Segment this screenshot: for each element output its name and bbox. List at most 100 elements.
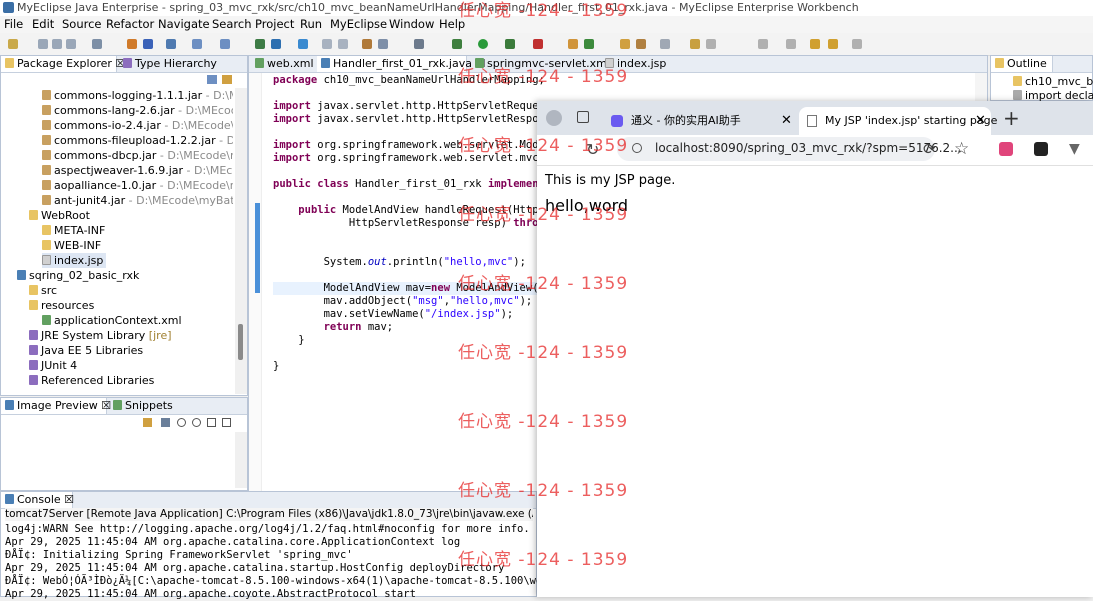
run-icon[interactable] <box>478 39 488 49</box>
url-text[interactable]: localhost:8090/spring_03_mvc_rxk/?spm=51… <box>655 141 962 155</box>
tab-outline[interactable]: Outline <box>991 56 1053 72</box>
collapse-all-icon[interactable] <box>207 75 217 84</box>
server-icon[interactable] <box>166 39 176 49</box>
build-icon[interactable] <box>255 39 265 49</box>
search-icon[interactable] <box>660 39 670 49</box>
tab-web-xml[interactable]: web.xml <box>251 56 315 72</box>
edit-icon[interactable] <box>636 39 646 49</box>
new-package-icon[interactable] <box>584 39 594 49</box>
debug-icon[interactable] <box>452 39 462 49</box>
browser-icon[interactable] <box>192 39 202 49</box>
browser-tab-tongyi[interactable]: 通义 - 你的实用AI助手 ✕ <box>605 107 795 135</box>
close-tab-icon[interactable]: ✕ <box>781 107 792 135</box>
actual-size-icon[interactable] <box>207 418 216 427</box>
next-annotation-icon[interactable] <box>758 39 768 49</box>
settings-icon[interactable] <box>378 39 388 49</box>
tab-image-preview[interactable]: Image Preview ☒ <box>1 398 111 414</box>
outline-item[interactable]: ch10_mvc_bea <box>1013 74 1093 89</box>
code-line[interactable]: import javax.servlet.http.HttpServletReq… <box>273 100 557 113</box>
extension-icon[interactable] <box>1034 142 1048 156</box>
list-item[interactable]: ant-junit4.jar - D:\MEcode\myBatis_jar <box>42 193 233 208</box>
pen-icon[interactable] <box>706 39 716 49</box>
list-item[interactable]: sqring_02_basic_rxk <box>17 268 139 283</box>
list-item[interactable]: src <box>29 283 57 298</box>
back-icon[interactable] <box>828 39 838 49</box>
web-icon[interactable] <box>220 39 230 49</box>
list-item-selected[interactable]: index.jsp <box>42 253 107 268</box>
new-tab-icon[interactable]: + <box>1003 106 1020 130</box>
maximize-icon[interactable] <box>222 418 231 427</box>
zoom-in-icon[interactable] <box>192 418 201 427</box>
image-icon[interactable] <box>362 39 372 49</box>
code-line[interactable]: System.out.println("hello,mvc"); <box>273 256 526 269</box>
cut-icon[interactable] <box>322 39 332 49</box>
last-edit-icon[interactable] <box>810 39 820 49</box>
code-line[interactable]: mav.setViewName("/index.jsp"); <box>273 308 514 321</box>
tab-package-explorer[interactable]: Package Explorer ☒ <box>1 56 125 72</box>
list-item[interactable]: aspectjweaver-1.6.9.jar - D:\MEcode\r <box>42 163 233 178</box>
menu-navigate[interactable]: Navigate <box>158 17 210 31</box>
extension-icon[interactable]: ▼ <box>1069 141 1080 157</box>
list-item[interactable]: resources <box>29 298 94 313</box>
save-all-icon[interactable] <box>52 39 62 49</box>
address-bar[interactable]: localhost:8090/spring_03_mvc_rxk/?spm=51… <box>617 137 962 161</box>
code-line[interactable]: } <box>273 334 304 347</box>
site-info-icon[interactable] <box>632 143 642 153</box>
globe-icon[interactable] <box>298 39 308 49</box>
preview-scrollbar[interactable] <box>235 432 247 488</box>
menu-source[interactable]: Source <box>62 17 102 31</box>
zoom-out-icon[interactable] <box>177 418 186 427</box>
fit-icon[interactable] <box>161 418 170 427</box>
menu-window[interactable]: Window <box>389 17 434 31</box>
save-icon[interactable] <box>38 39 48 49</box>
browser-tab-jsp[interactable]: My JSP 'index.jsp' starting page ✕ <box>799 107 997 135</box>
list-item[interactable]: Referenced Libraries <box>29 373 154 388</box>
list-item[interactable]: JUnit 4 <box>29 358 77 373</box>
tab-console[interactable]: Console ☒ <box>1 492 74 508</box>
list-item[interactable]: commons-io-2.4.jar - D:\MEcode\myB <box>42 118 233 133</box>
annotation-icon[interactable] <box>690 39 700 49</box>
open-type-icon[interactable] <box>92 39 102 49</box>
list-item[interactable]: META-INF <box>42 223 105 238</box>
list-item[interactable]: aopalliance-1.0.jar - D:\MEcode\myBa <box>42 178 233 193</box>
menu-file[interactable]: File <box>4 17 23 31</box>
list-item[interactable]: applicationContext.xml <box>42 313 182 328</box>
code-line[interactable]: import javax.servlet.http.HttpServletRes… <box>273 113 564 126</box>
list-item[interactable]: commons-fileupload-1.2.2.jar - D:\MEco <box>42 133 233 148</box>
menu-edit[interactable]: Edit <box>32 17 54 31</box>
menu-refactor[interactable]: Refactor <box>106 17 154 31</box>
list-item[interactable]: Java EE 5 Libraries <box>29 343 143 358</box>
deploy-icon[interactable] <box>143 39 153 49</box>
external-tools-icon[interactable] <box>533 39 543 49</box>
console-icon[interactable] <box>414 39 424 49</box>
menu-myeclipse[interactable]: MyEclipse <box>330 17 387 31</box>
close-tab-icon[interactable]: ✕ <box>975 107 986 135</box>
pin-icon[interactable] <box>143 418 152 427</box>
list-item[interactable]: WebRoot <box>29 208 90 223</box>
list-item[interactable]: commons-lang-2.6.jar - D:\MEcode\m <box>42 103 233 118</box>
translate-icon[interactable]: ⟳ <box>923 140 936 158</box>
run-last-icon[interactable] <box>505 39 515 49</box>
list-item[interactable]: commons-logging-1.1.1.jar - D:\MEco <box>42 88 233 103</box>
tree-scrollbar[interactable] <box>235 88 247 394</box>
link-editor-icon[interactable] <box>222 75 232 84</box>
tree-scrollbar-thumb[interactable] <box>238 324 243 360</box>
menu-search[interactable]: Search <box>212 17 252 31</box>
prev-annotation-icon[interactable] <box>786 39 796 49</box>
code-line[interactable]: return mav; <box>273 321 394 334</box>
package-icon[interactable] <box>127 39 137 49</box>
open-folder-icon[interactable] <box>620 39 630 49</box>
menu-run[interactable]: Run <box>300 17 322 31</box>
profile-avatar-icon[interactable] <box>546 110 562 126</box>
tab-search-icon[interactable] <box>577 111 589 123</box>
list-item[interactable]: commons-dbcp.jar - D:\MEcode\myBa <box>42 148 233 163</box>
tab-type-hierarchy[interactable]: Type Hierarchy <box>119 56 239 72</box>
bookmark-star-icon[interactable]: ☆ <box>954 139 969 159</box>
copy-icon[interactable] <box>338 39 348 49</box>
new-icon[interactable] <box>8 39 18 49</box>
print-icon[interactable] <box>66 39 76 49</box>
code-line[interactable]: } <box>273 360 279 373</box>
tab-snippets[interactable]: Snippets <box>109 398 179 414</box>
debug-server-icon[interactable] <box>271 39 281 49</box>
code-line[interactable]: mav.addObject("msg","hello,mvc"); <box>273 295 533 308</box>
